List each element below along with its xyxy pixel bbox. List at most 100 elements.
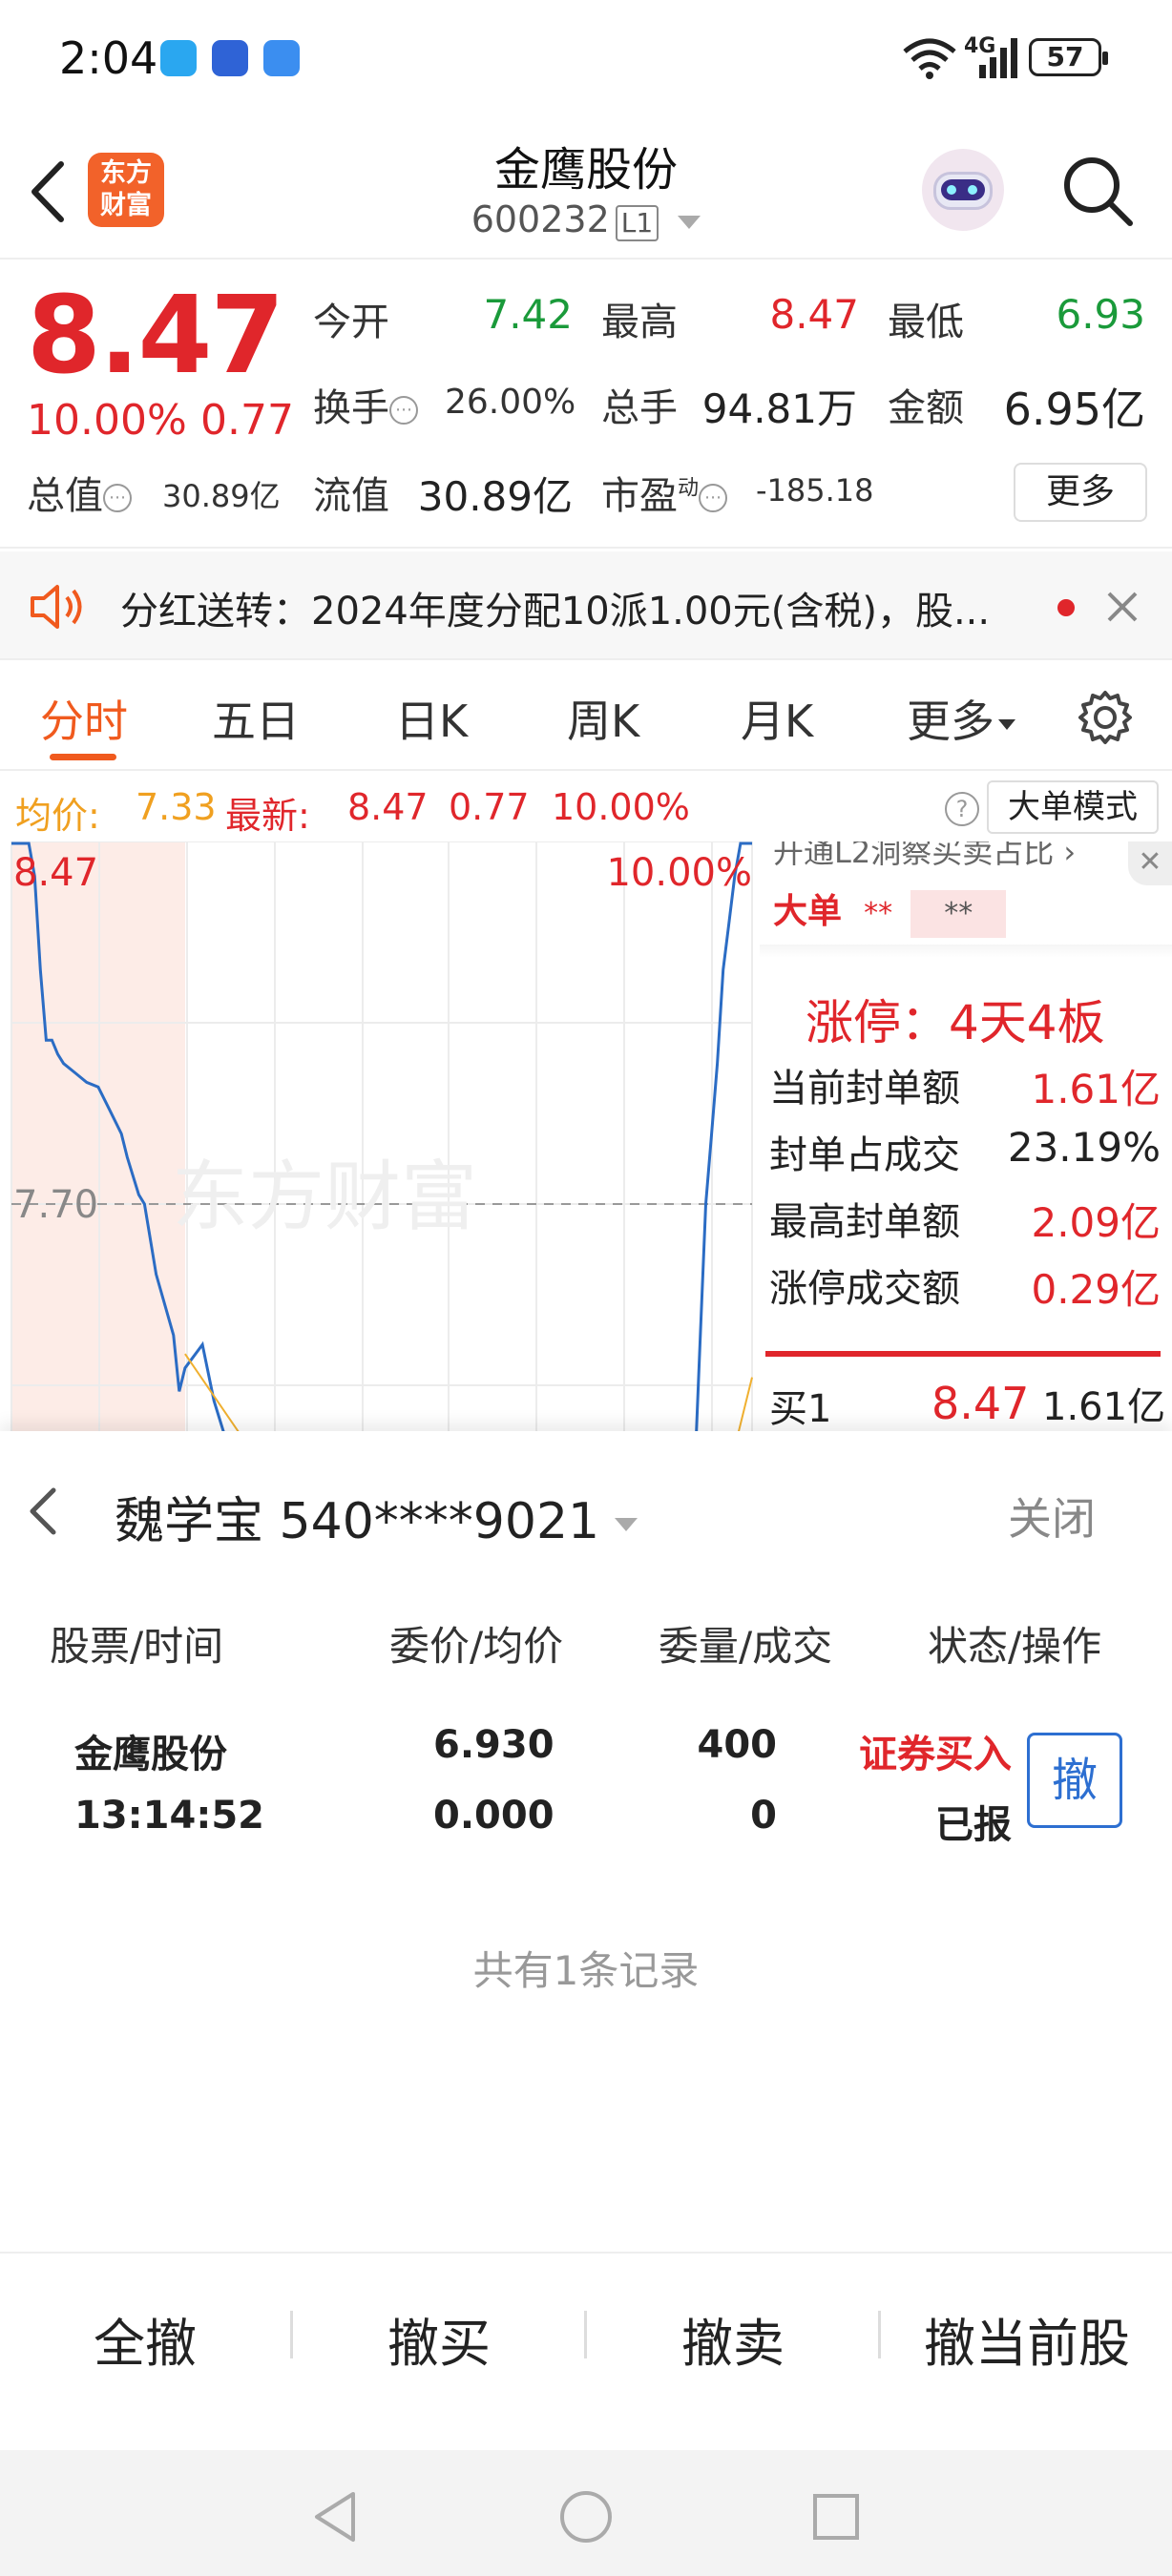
cancel-order-button[interactable]: 撤 bbox=[1027, 1733, 1122, 1828]
cancel-buy-button[interactable]: 撤买 bbox=[387, 2301, 491, 2377]
blue-app-icon bbox=[212, 40, 248, 76]
info-icon[interactable]: ⋯ bbox=[103, 484, 132, 512]
limit-amount-value: 0.29亿 bbox=[1031, 1266, 1161, 1313]
open-label: 今开 bbox=[313, 301, 389, 344]
unread-dot bbox=[1057, 599, 1075, 616]
limit-amount-label: 涨停成交额 bbox=[769, 1267, 960, 1311]
tab-daily-k[interactable]: 日K bbox=[395, 687, 468, 750]
reference-price-label: 7.70 bbox=[13, 1183, 98, 1227]
high-label: 最高 bbox=[601, 301, 678, 344]
big-order-row: 大单 ** ** bbox=[773, 883, 1155, 938]
cancel-all-button[interactable]: 全撤 bbox=[94, 2301, 197, 2377]
mcap-label[interactable]: 总值 ⋯ bbox=[27, 465, 132, 520]
turnover-label[interactable]: 换手 ⋯ bbox=[313, 377, 418, 432]
open-value: 7.42 bbox=[483, 291, 573, 338]
seal-ratio-value: 23.19% bbox=[1007, 1124, 1161, 1171]
info-icon[interactable]: ⋯ bbox=[699, 484, 728, 512]
tab-intraday[interactable]: 分时 bbox=[40, 687, 128, 750]
col-price: 委价/均价 bbox=[389, 1623, 564, 1670]
order-type: 证券买入 bbox=[859, 1733, 1012, 1776]
tab-monthly-k[interactable]: 月K bbox=[741, 687, 813, 750]
order-price: 6.930 bbox=[433, 1723, 555, 1767]
turnover-label-text: 换手 bbox=[313, 386, 389, 430]
help-icon[interactable]: ? bbox=[945, 792, 979, 826]
col-status: 状态/操作 bbox=[928, 1623, 1102, 1670]
divider bbox=[584, 2311, 587, 2358]
nav-home-icon[interactable] bbox=[557, 2488, 615, 2545]
current-price: 8.47 bbox=[27, 274, 284, 398]
seal-max-value: 2.09亿 bbox=[1031, 1199, 1161, 1246]
search-icon[interactable] bbox=[1059, 153, 1136, 229]
order-stock: 金鹰股份 bbox=[74, 1733, 227, 1776]
stock-code: 600232 bbox=[471, 198, 610, 240]
turnover-value: 26.00% bbox=[445, 383, 576, 422]
mcap-label-text: 总值 bbox=[27, 474, 103, 518]
latest-percent: 10.00% bbox=[552, 786, 690, 828]
back-arrow-icon[interactable] bbox=[25, 1485, 63, 1538]
amount-value: 6.95亿 bbox=[1003, 384, 1145, 435]
records-count: 共有1条记录 bbox=[472, 1947, 700, 1994]
notice-bar[interactable]: 分红送转：2024年度分配10派1.00元(含税)，股... bbox=[0, 551, 1172, 660]
seal-ratio-label: 封单占成交 bbox=[769, 1133, 960, 1177]
cellular-signal-icon bbox=[979, 38, 1017, 78]
gear-icon[interactable] bbox=[1075, 687, 1136, 748]
tab-weekly-k[interactable]: 周K bbox=[567, 687, 639, 750]
big-order-sell: ** bbox=[910, 890, 1007, 938]
notice-text: 分红送转：2024年度分配10派1.00元(含税)，股... bbox=[120, 590, 991, 634]
pe-value: -185.18 bbox=[756, 472, 874, 509]
big-order-mode-button[interactable]: 大单模式 bbox=[987, 780, 1159, 834]
limit-up-title: 涨停：4天4板 bbox=[806, 995, 1105, 1050]
tab-more[interactable]: 更多 bbox=[907, 687, 1015, 750]
change-percent: 10.00% bbox=[27, 396, 187, 445]
nav-back-icon[interactable] bbox=[311, 2490, 359, 2544]
bid1-price: 8.47 bbox=[931, 1378, 1030, 1429]
intraday-chart-svg[interactable]: 东方财富 8.47 10.00% 7.70 bbox=[0, 841, 759, 1431]
stock-header: 东方 财富 金鹰股份 600232 L1 bbox=[0, 124, 1172, 260]
close-icon[interactable]: ✕ bbox=[1128, 841, 1172, 885]
robot-assistant-icon[interactable] bbox=[922, 149, 1004, 231]
panel-divider-shadow bbox=[760, 945, 1172, 958]
tab-more-label: 更多 bbox=[907, 696, 994, 747]
intraday-chart[interactable]: 东方财富 8.47 10.00% 7.70 bbox=[0, 841, 759, 1431]
limit-up-side-panel: 开通L2洞察买卖占比 › ✕ 大单 ** ** 涨停：4天4板 当前封单额 1.… bbox=[760, 841, 1172, 1431]
weather-app-icon bbox=[263, 40, 300, 76]
watermark: 东方财富 bbox=[172, 1153, 477, 1241]
latest-change: 0.77 bbox=[449, 786, 530, 828]
price-summary-line: 均价: 7.33 最新: 8.47 0.77 10.00% ? 大单模式 bbox=[0, 775, 1172, 841]
col-quantity: 委量/成交 bbox=[659, 1623, 833, 1670]
top-price-label: 8.47 bbox=[13, 851, 98, 895]
order-status: 已报 bbox=[935, 1803, 1012, 1847]
tab-five-day[interactable]: 五日 bbox=[212, 687, 300, 750]
table-row[interactable]: 金鹰股份 13:14:52 6.930 0.000 400 0 证券买入 已报 bbox=[0, 1708, 1172, 1851]
cancel-sell-button[interactable]: 撤卖 bbox=[681, 2301, 785, 2377]
pe-label[interactable]: 市盈动 ⋯ bbox=[601, 465, 728, 520]
bulk-cancel-bar: 全撤 撤买 撤卖 撤当前股 bbox=[0, 2252, 1172, 2385]
order-avg-price: 0.000 bbox=[433, 1794, 555, 1838]
big-order-label: 大单 bbox=[773, 892, 843, 931]
order-sheet: 魏学宝 540****9021 关闭 股票/时间 委价/均价 委量/成交 状态/… bbox=[0, 1431, 1172, 2450]
pe-dynamic-mark: 动 bbox=[678, 476, 700, 501]
l2-promo-text: 开通L2洞察买卖占比 bbox=[773, 841, 1055, 870]
chevron-down-icon bbox=[615, 1518, 638, 1531]
float-value: 30.89亿 bbox=[417, 473, 573, 520]
account-name: 魏学宝 540****9021 bbox=[115, 1493, 600, 1550]
account-selector[interactable]: 魏学宝 540****9021 bbox=[115, 1481, 638, 1552]
seal-current-label: 当前封单额 bbox=[769, 1067, 960, 1111]
change-amount: 0.77 bbox=[200, 396, 294, 445]
latest-label: 最新: bbox=[225, 795, 310, 837]
amount-label: 金额 bbox=[888, 386, 964, 430]
quote-panel: 8.47 10.00% 0.77 今开 7.42 最高 8.47 最低 6.93… bbox=[0, 262, 1172, 549]
chevron-down-icon bbox=[678, 215, 701, 229]
info-icon[interactable]: ⋯ bbox=[389, 396, 418, 425]
speaker-icon bbox=[31, 585, 82, 629]
volume-value: 94.81万 bbox=[701, 385, 857, 432]
top-percent-label: 10.00% bbox=[606, 851, 752, 895]
nav-recents-icon[interactable] bbox=[811, 2492, 861, 2542]
close-icon[interactable] bbox=[1105, 590, 1140, 624]
l2-promo[interactable]: 开通L2洞察买卖占比 › bbox=[773, 841, 1076, 872]
big-order-buy: ** bbox=[864, 897, 893, 930]
close-button[interactable]: 关闭 bbox=[1008, 1485, 1096, 1548]
cancel-current-stock-button[interactable]: 撤当前股 bbox=[924, 2301, 1130, 2377]
seal-current-value: 1.61亿 bbox=[1031, 1066, 1161, 1112]
more-button[interactable]: 更多 bbox=[1014, 463, 1147, 522]
